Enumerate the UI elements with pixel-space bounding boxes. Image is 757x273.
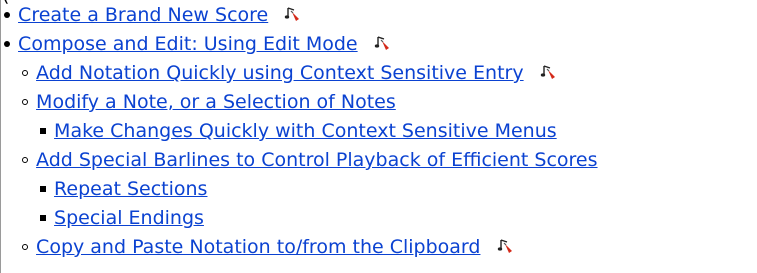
list-item: Special Endings [38,205,204,231]
list-bullet [20,60,30,86]
topic-link-edit-mode[interactable]: Compose and Edit: Using Edit Mode [18,33,358,55]
list-item: Add Special Barlines to Control Playback… [20,147,598,173]
list-item: Make Changes Quickly with Context Sensit… [38,118,557,144]
list-bullet [20,234,30,260]
topic-link-copy-paste[interactable]: Copy and Paste Notation to/from the Clip… [36,236,480,258]
list-bullet [20,147,30,173]
list-bullet [38,205,48,231]
tutorial-note-icon[interactable] [497,237,515,255]
list-bullet [20,89,30,115]
list-item: Copy and Paste Notation to/from the Clip… [20,234,515,260]
topic-link-special-endings[interactable]: Special Endings [54,207,204,229]
list-bullet [38,176,48,202]
tutorial-note-icon[interactable] [374,34,392,52]
topic-link-context-entry[interactable]: Add Notation Quickly using Context Sensi… [36,62,524,84]
list-bullet [38,118,48,144]
list-item: Add Notation Quickly using Context Sensi… [20,60,558,86]
list-item: Repeat Sections [38,176,207,202]
topic-link-context-menus[interactable]: Make Changes Quickly with Context Sensit… [54,120,557,142]
list-item: Modify a Note, or a Selection of Notes [20,89,396,115]
list-bullet [2,31,12,57]
topic-link-create-score[interactable]: Create a Brand New Score [18,4,268,26]
tutorial-note-icon[interactable] [540,63,558,81]
list-item: Create a Brand New Score [2,2,302,28]
list-item: Compose and Edit: Using Edit Mode [2,31,392,57]
list-bullet [2,2,12,28]
tutorial-note-icon[interactable] [284,5,302,23]
topic-link-special-barlines[interactable]: Add Special Barlines to Control Playback… [36,149,597,171]
topic-link-modify-note[interactable]: Modify a Note, or a Selection of Notes [36,91,396,113]
topic-link-repeat-sections[interactable]: Repeat Sections [54,178,207,200]
